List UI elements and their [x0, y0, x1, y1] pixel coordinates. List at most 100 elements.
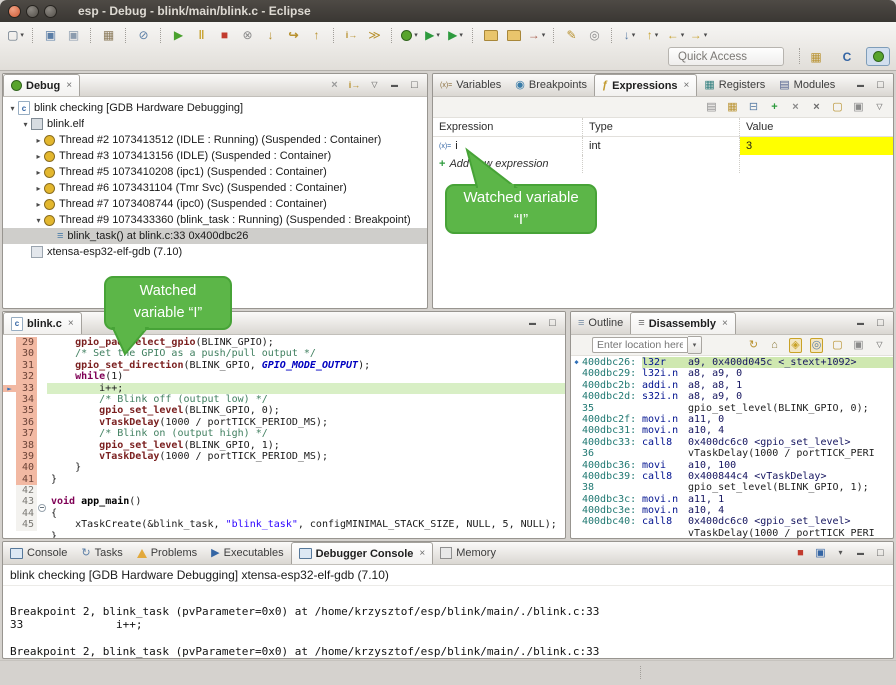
tab-debugger-console[interactable]: Debugger Console× [291, 542, 434, 564]
disassembly-line[interactable]: 400dbc33:call80x400dc6c0 <gpio_set_level… [571, 437, 893, 448]
instruction-stepping-mode-button[interactable]: i→ [348, 78, 361, 93]
close-icon[interactable]: × [684, 80, 690, 91]
tab-outline[interactable]: ≡Outline [571, 312, 630, 334]
minimize-button[interactable]: ▬ [854, 546, 867, 561]
disassembly-line[interactable]: ◆400dbc26:l32ra9, 0x400d045c <_stext+109… [571, 357, 893, 368]
expander-icon[interactable]: ▾ [20, 120, 31, 129]
tab-console[interactable]: Console [3, 542, 74, 564]
new-view-button[interactable]: ▢ [831, 100, 844, 115]
debug-tree-item[interactable]: ▾cblink checking [GDB Hardware Debugging… [3, 100, 427, 116]
debug-tree-item[interactable]: ▸Thread #2 1073413512 (IDLE : Running) (… [3, 132, 427, 148]
tab-registers[interactable]: ▦Registers [697, 74, 772, 96]
save-all-button[interactable]: ▣ [62, 25, 85, 45]
column-header-value[interactable]: Value [740, 118, 893, 136]
debug-tree-item[interactable]: ▾blink.elf [3, 116, 427, 132]
skip-all-breakpoints-button[interactable]: ⊘ [132, 25, 155, 45]
debug-tree-item[interactable]: ▾Thread #9 1073433360 (blink_task : Runn… [3, 212, 427, 228]
code-line[interactable]: ►33 i++; [3, 383, 565, 394]
tab-expressions[interactable]: ƒExpressions× [594, 74, 697, 96]
debug-tree-item[interactable]: ▸Thread #7 1073408744 (ipc0) (Suspended … [3, 196, 427, 212]
debug-button[interactable]: ▾ [398, 25, 421, 45]
code-line[interactable]: 36 vTaskDelay(1000 / portTICK_PERIOD_MS)… [3, 417, 565, 428]
toggle-mark-occurrences-button[interactable]: ◎ [583, 25, 606, 45]
disassembly-line[interactable]: 400dbc3c:movi.na11, 1 [571, 494, 893, 505]
debug-tree-item[interactable]: ▸Thread #3 1073413156 (IDLE) (Suspended … [3, 148, 427, 164]
disassembly-line[interactable]: 400dbc29:l32i.na8, a9, 0 [571, 368, 893, 379]
code-line[interactable]: 43void app_main() [3, 496, 565, 507]
code-line[interactable]: 44{ [3, 508, 565, 519]
new-wizard-button[interactable]: ▢▾ [4, 25, 27, 45]
open-perspective-button[interactable]: ▦ [804, 47, 828, 66]
view-menu-button[interactable]: ▽ [873, 338, 886, 353]
code-line[interactable]: 40 } [3, 462, 565, 473]
code-line[interactable]: 30 /* Set the GPIO as a push/pull output… [3, 348, 565, 359]
expander-icon[interactable]: ▸ [33, 184, 44, 193]
view-menu-button[interactable]: ▽ [873, 100, 886, 115]
build-button[interactable]: ▦ [97, 25, 120, 45]
collapse-all-button[interactable]: ⊟ [747, 100, 760, 115]
console-output[interactable]: Breakpoint 2, blink_task (pvParameter=0x… [3, 597, 893, 659]
expander-icon[interactable]: ▸ [33, 136, 44, 145]
resume-button[interactable]: ▶ [167, 25, 190, 45]
close-icon[interactable]: × [722, 318, 728, 329]
tab-executables[interactable]: ▶Executables [204, 542, 290, 564]
disassembly-line[interactable]: 38gpio_set_level(BLINK_GPIO, 1); [571, 482, 893, 493]
disassembly-line[interactable]: 400dbc2d:s32i.na8, a9, 0 [571, 391, 893, 402]
pin-view-button[interactable]: ▣ [852, 100, 865, 115]
code-line[interactable]: 34 /* Blink off (output low) */ [3, 394, 565, 405]
tab-modules[interactable]: ▤Modules [772, 74, 842, 96]
debug-tree-item[interactable]: xtensa-esp32-elf-gdb (7.10) [3, 244, 427, 260]
forward-button[interactable]: →▾ [687, 25, 710, 45]
location-dropdown-icon[interactable]: ▾ [688, 336, 702, 354]
code-editor[interactable]: 29 gpio_pad_select_gpio(BLINK_GPIO);30 /… [3, 335, 565, 539]
step-into-button[interactable]: ↓ [259, 25, 282, 45]
track-expression-button[interactable]: ◎ [810, 338, 823, 353]
tab-variables[interactable]: (x)=Variables [433, 74, 508, 96]
display-selected-console-button[interactable]: ▣ [814, 546, 827, 561]
step-return-button[interactable]: ↑ [305, 25, 328, 45]
suspend-button[interactable]: ‖ [190, 25, 213, 45]
terminate-console-button[interactable]: ■ [794, 546, 807, 561]
disassembly-line[interactable]: 400dbc2f:movi.na11, 0 [571, 414, 893, 425]
back-button[interactable]: ←▾ [664, 25, 687, 45]
tab-blink-c[interactable]: cblink.c× [3, 312, 82, 334]
minimize-button[interactable]: ▬ [854, 316, 867, 331]
tab-debug[interactable]: Debug× [3, 74, 80, 96]
disassembly-line[interactable]: 400dbc3e:movi.na10, 4 [571, 505, 893, 516]
new-launch-config-button[interactable]: →▾ [525, 25, 548, 45]
tab-breakpoints[interactable]: ◉Breakpoints [508, 74, 594, 96]
debug-tree-item[interactable]: ≡blink_task() at blink.c:33 0x400dbc26 [3, 228, 427, 244]
cpp-perspective-button[interactable]: C [835, 47, 859, 66]
run-button[interactable]: ▶▾ [421, 25, 444, 45]
column-header-type[interactable]: Type [583, 118, 740, 136]
maximize-button[interactable]: □ [408, 78, 421, 93]
window-minimize-button[interactable] [26, 5, 39, 18]
expander-icon[interactable]: ▾ [33, 216, 44, 225]
create-new-expression-button[interactable]: + [768, 100, 781, 115]
maximize-button[interactable]: □ [874, 546, 887, 561]
code-line[interactable]: 38 gpio_set_level(BLINK_GPIO, 1); [3, 440, 565, 451]
disassembly-line[interactable]: vTaskDelay(1000 / portTICK_PERI [571, 528, 893, 539]
maximize-button[interactable]: □ [546, 316, 559, 331]
format-button[interactable]: ✎ [560, 25, 583, 45]
tab-problems[interactable]: Problems [130, 542, 204, 564]
code-line[interactable]: 37 /* Blink on (output high) */ [3, 428, 565, 439]
code-line[interactable]: 29 gpio_pad_select_gpio(BLINK_GPIO); [3, 337, 565, 348]
close-icon[interactable]: × [68, 318, 74, 329]
go-to-next-annotation-button[interactable]: ↑▾ [641, 25, 664, 45]
use-step-filters-button[interactable]: ≫ [363, 25, 386, 45]
code-line[interactable]: } [3, 531, 565, 539]
debug-tree-item[interactable]: ▸Thread #6 1073431104 (Tmr Svc) (Suspend… [3, 180, 427, 196]
code-line[interactable]: 32 while(1) [3, 371, 565, 382]
terminate-button[interactable]: ■ [213, 25, 236, 45]
code-line[interactable]: 41} [3, 474, 565, 485]
expander-icon[interactable]: ▸ [33, 168, 44, 177]
step-over-button[interactable]: ↪ [282, 25, 305, 45]
window-maximize-button[interactable] [44, 5, 57, 18]
maximize-button[interactable]: □ [874, 316, 887, 331]
sync-selection-button[interactable]: ◈ [789, 338, 802, 353]
home-button[interactable]: ⌂ [768, 338, 781, 353]
column-header-expression[interactable]: Expression [433, 118, 583, 136]
remove-selected-expressions-button[interactable]: × [789, 100, 802, 115]
remove-all-terminated-button[interactable]: × [328, 78, 341, 93]
